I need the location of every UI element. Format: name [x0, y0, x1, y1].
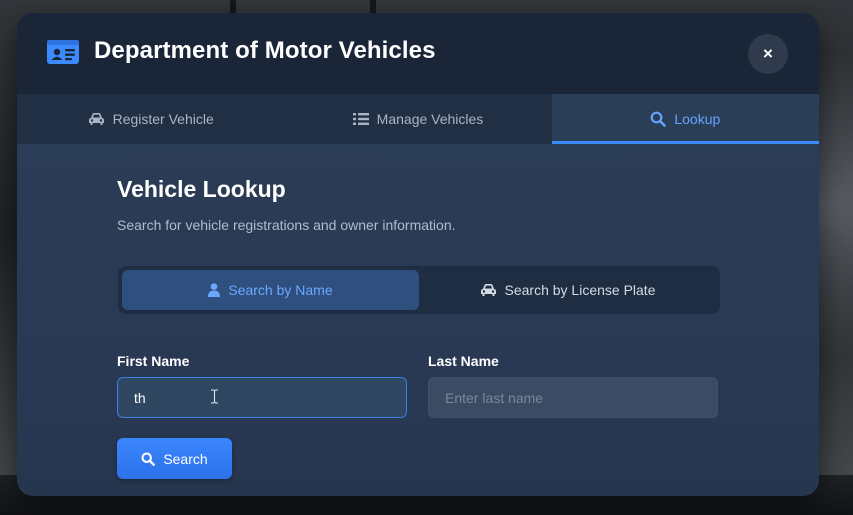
- car-icon: [88, 113, 104, 125]
- search-button-label: Search: [163, 450, 208, 467]
- last-name-field[interactable]: [428, 377, 718, 418]
- id-card-icon: [47, 40, 79, 64]
- mode-label: Search by Name: [228, 282, 333, 298]
- tab-lookup[interactable]: Lookup: [551, 94, 819, 144]
- close-button[interactable]: ×: [748, 34, 788, 74]
- background-post: [370, 0, 376, 14]
- text-cursor-icon: [211, 389, 218, 404]
- section-subtitle: Search for vehicle registrations and own…: [117, 217, 456, 233]
- modal-title: Department of Motor Vehicles: [94, 37, 436, 64]
- tab-register-vehicle[interactable]: Register Vehicle: [17, 94, 284, 144]
- tab-bar: Register Vehicle Manage Vehicles Lookup: [17, 94, 819, 144]
- tab-label: Manage Vehicles: [376, 111, 484, 127]
- search-by-name-button[interactable]: Search by Name: [122, 270, 419, 310]
- search-icon: [141, 451, 156, 466]
- section-title: Vehicle Lookup: [117, 176, 286, 202]
- search-icon: [650, 111, 667, 127]
- search-mode-toggle: Search by Name Search by License Plate: [118, 266, 720, 314]
- search-by-plate-button[interactable]: Search by License Plate: [419, 270, 716, 310]
- search-button[interactable]: Search: [117, 438, 232, 479]
- tab-label: Lookup: [674, 111, 721, 127]
- tab-manage-vehicles[interactable]: Manage Vehicles: [284, 94, 551, 144]
- list-icon: [352, 113, 369, 125]
- car-icon: [480, 284, 496, 296]
- modal-header: Department of Motor Vehicles ×: [17, 13, 819, 94]
- user-icon: [208, 283, 221, 297]
- mode-label: Search by License Plate: [504, 282, 656, 298]
- last-name-label: Last Name: [428, 353, 499, 369]
- dmv-modal: Department of Motor Vehicles × Register …: [17, 13, 819, 496]
- tab-label: Register Vehicle: [112, 111, 214, 127]
- first-name-label: First Name: [117, 353, 190, 369]
- first-name-field[interactable]: [117, 377, 407, 418]
- background-post: [230, 0, 236, 14]
